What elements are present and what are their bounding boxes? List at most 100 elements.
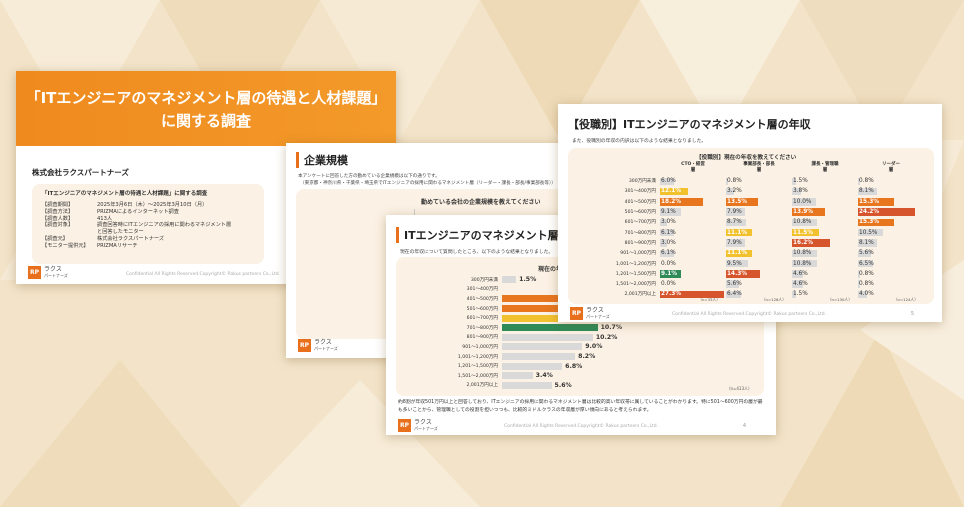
survey-info-row: と回答したモニター bbox=[42, 229, 254, 236]
survey-info-row: 【調査方法】 PRIZMAによるインターネット調査 bbox=[42, 209, 254, 216]
income-bar-value: 6.8% bbox=[565, 362, 583, 370]
position-income-row: 701〜800万円 6.1% 11.1% 11.5% 10.5% bbox=[578, 227, 928, 237]
page-number: 4 bbox=[742, 423, 746, 429]
position-income-cell: 0.0% bbox=[660, 258, 726, 268]
position-income-value: 8.1% bbox=[859, 188, 874, 195]
position-income-cell: 13.5% bbox=[726, 197, 792, 207]
position-income-value: 10.8% bbox=[793, 250, 812, 257]
position-income-value: 6.5% bbox=[859, 260, 874, 267]
position-income-value: 9.1% bbox=[661, 270, 678, 277]
position-income-cell: 0.8% bbox=[858, 269, 924, 279]
rakus-logo-mark-icon: RP bbox=[28, 266, 41, 279]
position-column-header-line2: 層 bbox=[756, 168, 762, 173]
position-income-row: 601〜700万円 3.0% 8.7% 10.8% 15.3% bbox=[578, 217, 928, 227]
position-income-value: 10.0% bbox=[793, 198, 812, 205]
survey-info-title: 「ITエンジニアのマネジメント層の待遇と人材課題」に関する調査 bbox=[42, 191, 208, 197]
position-income-cell: 10.8% bbox=[792, 217, 858, 227]
annual-income-desc: 現在の年収について質問したところ、以下のような結果となりました。 bbox=[400, 250, 554, 255]
survey-info-key bbox=[42, 229, 97, 236]
position-income-value: 8.7% bbox=[727, 219, 742, 226]
position-income-cell: 3.2% bbox=[726, 186, 792, 196]
position-income-value: 11.1% bbox=[727, 229, 748, 236]
position-income-value: 0.0% bbox=[661, 281, 676, 288]
position-column-n: （n=126人） bbox=[761, 297, 786, 302]
income-bar-label: 1,501〜2,000万円 bbox=[457, 373, 498, 379]
position-income-cell: 15.3% bbox=[858, 197, 924, 207]
position-income-cell: 4.6% bbox=[792, 279, 858, 289]
annual-income-n-label: （n=413人） bbox=[726, 386, 752, 391]
position-income-value: 4.6% bbox=[793, 270, 808, 277]
position-income-label: 801〜900万円 bbox=[624, 240, 656, 246]
income-bar bbox=[502, 276, 517, 284]
position-income-cell: 7.9% bbox=[726, 238, 792, 248]
position-income-value: 0.8% bbox=[727, 178, 742, 185]
position-income-row: 501〜600万円 9.1% 7.9% 13.9% 24.2% bbox=[578, 207, 928, 217]
position-income-value: 6.0% bbox=[661, 178, 676, 185]
position-income-value: 8.1% bbox=[859, 239, 874, 246]
position-income-row: 300万円未満 6.0% 0.8% 1.5% 0.8% bbox=[578, 176, 928, 186]
income-by-position-chart-title: 【役職別】現在の年収を教えてください bbox=[696, 155, 797, 161]
survey-info-value: と回答したモニター bbox=[97, 229, 144, 236]
position-income-value: 9.5% bbox=[727, 260, 742, 267]
survey-info-row: 【調査元】 株式会社ラクスパートナーズ bbox=[42, 236, 254, 243]
company-size-title: 企業規模 bbox=[296, 152, 348, 168]
rakus-logo-mark-icon: RP bbox=[298, 339, 311, 352]
position-column-header: 課長・管理職層 bbox=[792, 162, 858, 174]
position-income-label: 1,501〜2,000万円 bbox=[615, 282, 656, 288]
position-income-cell: 8.7% bbox=[726, 217, 792, 227]
cover-title-banner: 「ITエンジニアのマネジメント層の待遇と人材課題」 に関する調査 bbox=[16, 71, 396, 146]
position-income-cell: 0.0% bbox=[660, 279, 726, 289]
position-income-value: 9.1% bbox=[661, 209, 676, 216]
position-income-value: 0.0% bbox=[661, 260, 676, 267]
position-income-value: 0.8% bbox=[859, 270, 874, 277]
income-bar-label: 1,201〜1,500万円 bbox=[457, 364, 498, 370]
copyright-text: Confidential All Rights Reserved.Copyrig… bbox=[672, 312, 827, 317]
position-income-label: 300万円未満 bbox=[628, 179, 656, 185]
position-income-value: 10.5% bbox=[859, 229, 878, 236]
survey-info-row: 【調査期間】 2025年3月6日（木）〜2025年3月10日（月） bbox=[42, 202, 254, 209]
position-income-value: 3.2% bbox=[727, 188, 742, 195]
annual-income-title: ITエンジニアのマネジメント層 bbox=[396, 227, 559, 243]
position-income-label: 1,201〜1,500万円 bbox=[615, 271, 656, 277]
position-income-row: 1,501〜2,000万円 0.0% 5.6% 4.6% 0.8% bbox=[578, 279, 928, 289]
position-income-value: 15.3% bbox=[859, 219, 880, 226]
income-bar-label: 801〜900万円 bbox=[466, 335, 498, 341]
income-bar-label: 501〜600万円 bbox=[466, 306, 498, 312]
position-income-cell: 8.1% bbox=[858, 186, 924, 196]
position-income-value: 6.1% bbox=[661, 229, 676, 236]
survey-info-key: 【調査元】 bbox=[42, 235, 68, 242]
position-income-value: 18.2% bbox=[661, 198, 682, 205]
company-size-chart-title: 勤めている会社の企業規模を教えてください bbox=[421, 199, 541, 206]
income-bar-label: 601〜700万円 bbox=[466, 316, 498, 322]
position-income-cell: 6.5% bbox=[858, 258, 924, 268]
position-income-cell: 15.3% bbox=[858, 217, 924, 227]
position-income-cell: 11.1% bbox=[726, 248, 792, 258]
position-income-cell: 3.8% bbox=[792, 186, 858, 196]
survey-info-key: 【調査期間】 bbox=[42, 202, 74, 208]
income-bar-value: 10.7% bbox=[600, 324, 623, 332]
position-income-row: 401〜500万円 18.2% 13.5% 10.0% 15.3% bbox=[578, 197, 928, 207]
position-income-value: 1.5% bbox=[793, 178, 808, 185]
position-income-value: 0.8% bbox=[859, 178, 874, 185]
position-column-header: 事業部長・部長層 bbox=[726, 162, 792, 174]
income-by-position-slide[interactable]: 【役職別】ITエンジニアのマネジメント層の年収 また、役職別の年収の内訳は以下の… bbox=[558, 104, 942, 322]
position-income-value: 11.1% bbox=[727, 250, 748, 257]
income-bar-row: 1,501〜2,000万円 3.4% bbox=[406, 371, 756, 381]
position-income-label: 1,001〜1,200万円 bbox=[615, 261, 656, 267]
income-bar-label: 300万円未満 bbox=[470, 277, 498, 283]
survey-info-row: 【モニター提供元】 PRIZMAリサーチ bbox=[42, 243, 254, 250]
rakus-logo: RP ラクス パートナーズ bbox=[398, 418, 438, 432]
position-income-value: 6.1% bbox=[661, 250, 676, 257]
income-bar-value: 5.6% bbox=[554, 381, 572, 389]
company-size-desc-1: 本アンケートに回答した方の勤めている企業規模は以下の通りです。 bbox=[298, 174, 440, 179]
position-income-cell: 9.1% bbox=[660, 207, 726, 217]
position-income-cell: 0.8% bbox=[858, 279, 924, 289]
position-income-cell: 9.5% bbox=[726, 258, 792, 268]
income-bar-row: 801〜900万円 10.2% bbox=[406, 333, 756, 343]
survey-info-key: 【調査方法】 bbox=[42, 208, 74, 215]
annual-income-footnote: 約8割が年収501万円以上と回答しており、ITエンジニアの採用に関わるマネジメン… bbox=[398, 400, 763, 413]
rakus-logo: RP ラクス パートナーズ bbox=[298, 338, 338, 352]
position-income-label: 401〜500万円 bbox=[624, 199, 656, 205]
income-bar bbox=[502, 324, 598, 332]
position-income-value: 5.6% bbox=[727, 281, 742, 288]
